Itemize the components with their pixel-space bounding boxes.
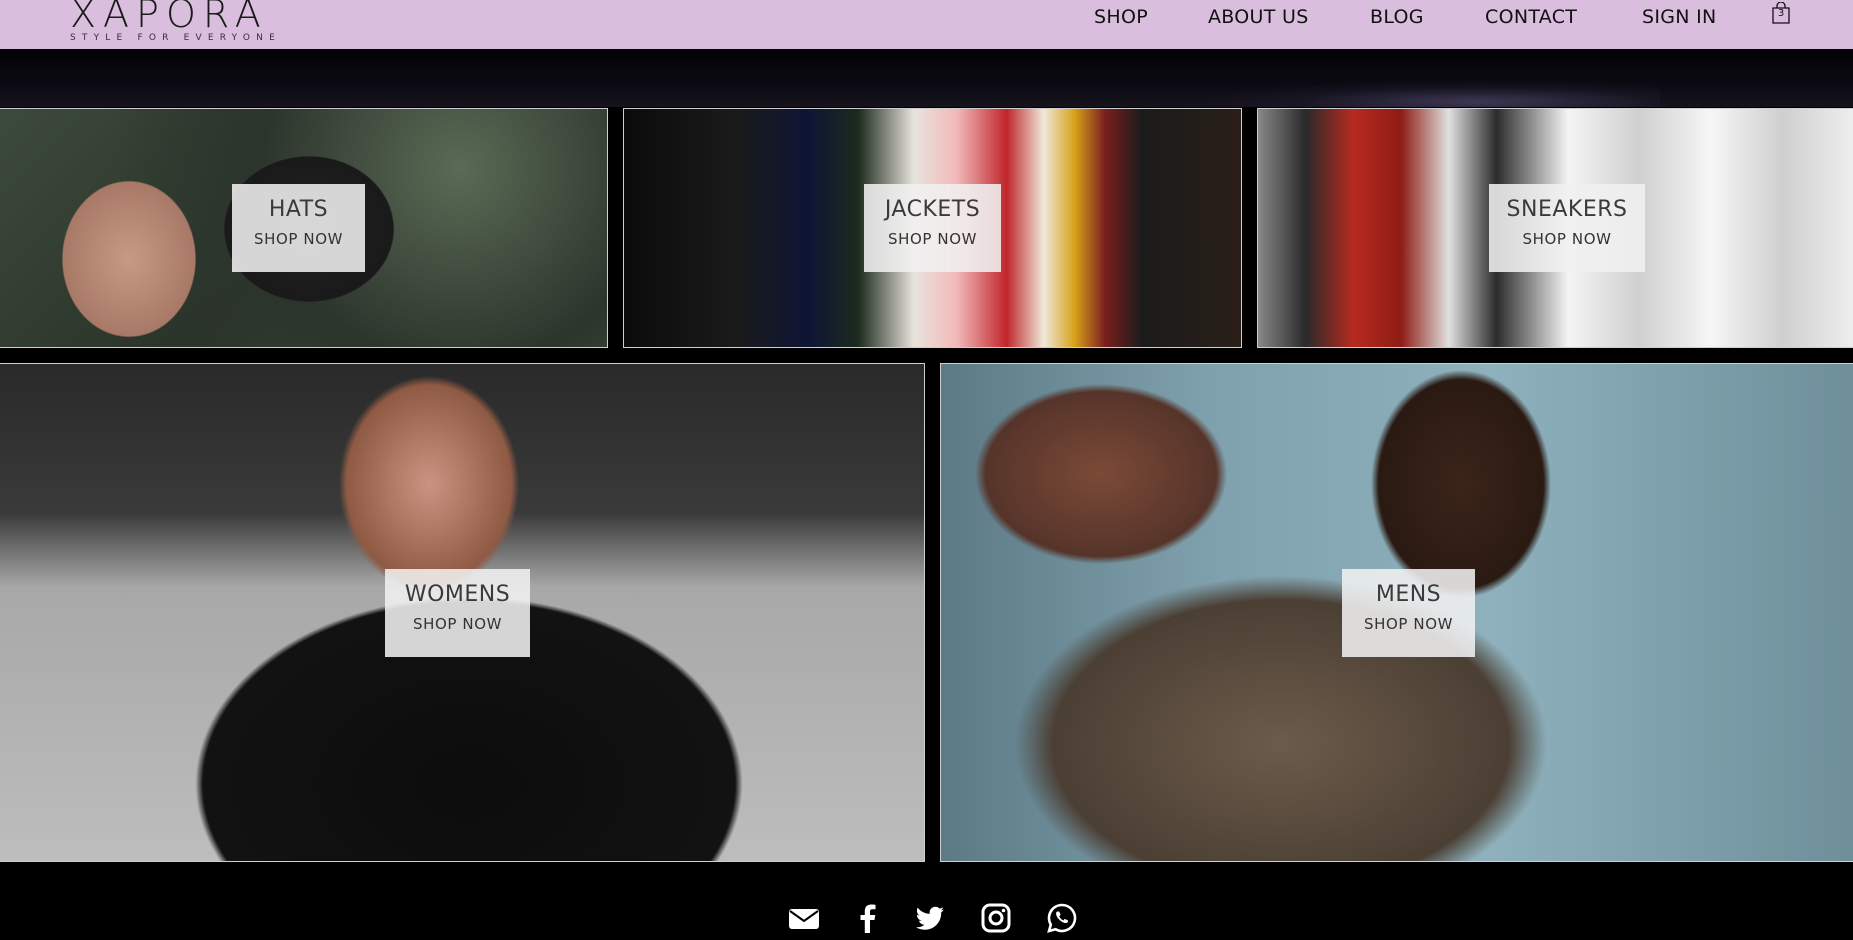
- envelope-icon: [789, 909, 819, 929]
- mens-shop-now[interactable]: SHOP NOW: [1342, 615, 1475, 633]
- brand-name: XAPORA: [70, 0, 268, 36]
- cart-button[interactable]: 3: [1771, 1, 1791, 24]
- category-tile-hats[interactable]: HATS SHOP NOW: [0, 108, 608, 348]
- nav-signin[interactable]: SIGN IN: [1642, 6, 1717, 28]
- site-header: XAPORA STYLE FOR EVERYONE SHOP ABOUT US …: [0, 0, 1853, 49]
- brand-tagline: STYLE FOR EVERYONE: [70, 33, 281, 43]
- hero-strip: [0, 49, 1853, 107]
- category-tile-mens[interactable]: MENS SHOP NOW: [940, 363, 1853, 862]
- twitter-icon: [915, 906, 944, 930]
- jackets-title: JACKETS: [884, 197, 981, 222]
- category-tile-sneakers[interactable]: SNEAKERS SHOP NOW: [1257, 108, 1853, 348]
- sneakers-shop-now[interactable]: SHOP NOW: [1489, 230, 1645, 248]
- womens-title: WOMENS: [404, 582, 511, 607]
- email-link[interactable]: [788, 902, 820, 934]
- womens-shop-now[interactable]: SHOP NOW: [385, 615, 530, 633]
- jackets-label-box[interactable]: JACKETS SHOP NOW: [864, 184, 1001, 272]
- hats-label-box[interactable]: HATS SHOP NOW: [232, 184, 365, 272]
- womens-label-box[interactable]: WOMENS SHOP NOW: [385, 569, 530, 657]
- decorative-glow: [1200, 79, 1660, 107]
- sneakers-title: SNEAKERS: [1506, 197, 1628, 222]
- whatsapp-link[interactable]: [1046, 902, 1078, 934]
- nav-shop[interactable]: SHOP: [1094, 6, 1148, 28]
- whatsapp-icon: [1047, 903, 1077, 933]
- hats-title: HATS: [268, 197, 329, 222]
- cart-count: 3: [1777, 8, 1785, 19]
- nav-blog[interactable]: BLOG: [1370, 6, 1424, 28]
- category-tile-womens[interactable]: WOMENS SHOP NOW: [0, 363, 925, 862]
- mens-title: MENS: [1375, 582, 1442, 607]
- facebook-icon: [860, 904, 876, 933]
- category-tile-jackets[interactable]: JACKETS SHOP NOW: [623, 108, 1242, 348]
- jackets-shop-now[interactable]: SHOP NOW: [864, 230, 1001, 248]
- mens-label-box[interactable]: MENS SHOP NOW: [1342, 569, 1475, 657]
- sneakers-label-box[interactable]: SNEAKERS SHOP NOW: [1489, 184, 1645, 272]
- facebook-link[interactable]: [852, 902, 884, 934]
- site-footer: [0, 862, 1853, 940]
- brand-logo[interactable]: XAPORA STYLE FOR EVERYONE: [70, 0, 281, 43]
- twitter-link[interactable]: [914, 902, 946, 934]
- instagram-icon: [981, 903, 1011, 933]
- instagram-link[interactable]: [980, 902, 1012, 934]
- hats-shop-now[interactable]: SHOP NOW: [232, 230, 365, 248]
- nav-about[interactable]: ABOUT US: [1208, 6, 1309, 28]
- nav-contact[interactable]: CONTACT: [1485, 6, 1577, 28]
